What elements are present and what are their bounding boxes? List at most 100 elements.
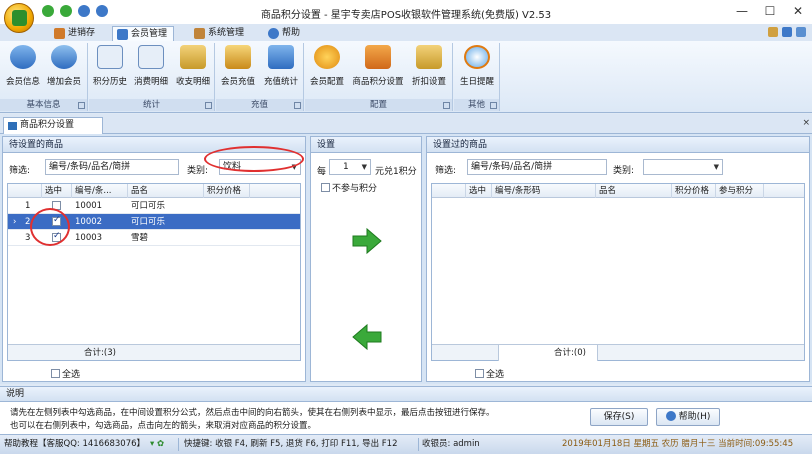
dropdown-arrow-icon[interactable]: ▾ ✿	[150, 435, 164, 454]
app-logo-icon	[12, 10, 27, 26]
no-points-checkbox[interactable]: 不参与积分	[321, 181, 377, 194]
grid-footer: 合计:(0)	[432, 344, 804, 361]
filter-input[interactable]: 编号/条码/品名/简拼	[467, 159, 607, 175]
theme-icon[interactable]	[796, 27, 806, 37]
close-button[interactable]: ✕	[784, 2, 812, 20]
group-launcher-icon[interactable]	[490, 102, 497, 109]
cashier-label: 收银员: admin	[422, 439, 480, 449]
members-icon	[10, 45, 36, 69]
window-icon	[8, 122, 17, 130]
row-checkbox[interactable]	[52, 201, 61, 210]
tools-icon	[194, 28, 205, 39]
tab-help[interactable]: 帮助	[264, 26, 306, 41]
total-count: 合计:(0)	[554, 348, 586, 358]
grid-header: 选中 编号/条形码 品名 积分价格 参与积分	[432, 184, 804, 198]
birthday-reminder-button[interactable]: 生日提醒	[456, 45, 498, 95]
table-row[interactable]: 3 10003 雪碧	[8, 230, 300, 246]
add-member-icon	[51, 45, 77, 69]
info-icon[interactable]	[782, 27, 792, 37]
help-tutorial-link[interactable]: 帮助教程【客服QQ: 1416683076】	[4, 435, 145, 454]
consumption-detail-button[interactable]: 消费明细	[131, 45, 171, 95]
book-icon	[180, 45, 206, 69]
save-button[interactable]: 保存(S)	[590, 408, 648, 426]
content-area: 待设置的商品 筛选: 编号/条码/品名/简拼 类别: 饮料 ▼ 选中 编号/条.…	[0, 134, 812, 384]
maximize-button[interactable]: ☐	[756, 2, 784, 20]
filter-input[interactable]: 编号/条码/品名/简拼	[45, 159, 179, 175]
recharge-icon	[225, 45, 251, 69]
table-row[interactable]: 1 10001 可口可乐	[8, 198, 300, 214]
row-checkbox[interactable]	[52, 215, 61, 226]
points-ratio-select[interactable]: 1 ▼	[329, 159, 371, 175]
move-left-arrow-icon[interactable]	[351, 323, 383, 351]
title-bar: 商品积分设置 - 星宇专卖店POS收银软件管理系统(免费版) V2.53 — ☐…	[0, 0, 812, 24]
checkbox[interactable]	[51, 369, 60, 378]
close-tab-icon[interactable]: ×	[802, 118, 810, 128]
checkbox[interactable]	[321, 183, 330, 192]
minimize-button[interactable]: —	[728, 2, 756, 20]
pane-title: 设置过的商品	[427, 137, 809, 153]
ribbon-group-other: 生日提醒 其他	[454, 43, 500, 111]
ribbon-right-icons	[768, 27, 806, 37]
member-recharge-button[interactable]: 会员充值	[218, 45, 258, 95]
pending-products-grid: 选中 编号/条... 品名 积分价格 1 10001 可口可乐 › 2 1000…	[7, 183, 301, 361]
row-checkbox[interactable]	[52, 231, 61, 242]
alarm-clock-icon	[464, 45, 490, 69]
category-select[interactable]: ▼	[643, 159, 723, 175]
tab-inventory[interactable]: 进销存	[50, 26, 101, 41]
ribbon: 会员信息 增加会员 基本信息 积分历史 消费明细 收支明细 统计 会员充值 充值…	[0, 41, 812, 113]
checkbox[interactable]	[475, 369, 484, 378]
move-right-arrow-icon[interactable]	[351, 227, 383, 255]
group-launcher-icon[interactable]	[294, 102, 301, 109]
tab-system-management[interactable]: 系统管理	[190, 26, 250, 41]
table-row[interactable]: › 2 10002 可口可乐	[8, 214, 300, 230]
pending-products-pane: 待设置的商品 筛选: 编号/条码/品名/简拼 类别: 饮料 ▼ 选中 编号/条.…	[2, 136, 306, 382]
tab-product-points-settings[interactable]: 商品积分设置	[3, 117, 103, 134]
shortcut-keys: 快捷键: 收银 F4, 刷新 F5, 退货 F6, 打印 F11, 导出 F12	[184, 439, 398, 449]
tag-icon	[365, 45, 391, 69]
ribbon-group-recharge: 会员充值 充值统计 充值	[216, 43, 304, 111]
select-all-checkbox[interactable]: 全选	[51, 367, 80, 380]
add-member-button[interactable]: 增加会员	[44, 45, 84, 95]
datetime-label: 2019年01月18日 星期五 农历 腊月十三 当前时间:09:55:45	[562, 439, 794, 449]
table-icon	[138, 45, 164, 69]
category-select[interactable]: 饮料 ▼	[219, 159, 301, 175]
grid-footer: 合计:(3)	[8, 344, 300, 360]
member-info-button[interactable]: 会员信息	[4, 45, 42, 95]
select-all-checkbox[interactable]: 全选	[475, 367, 504, 380]
discount-settings-button[interactable]: 折扣设置	[409, 45, 449, 95]
group-launcher-icon[interactable]	[205, 102, 212, 109]
filter-row: 筛选: 编号/条码/品名/简拼 类别: ▼	[427, 154, 809, 182]
document-tab-bar: 商品积分设置 ×	[0, 114, 812, 134]
income-expense-button[interactable]: 收支明细	[173, 45, 213, 95]
group-launcher-icon[interactable]	[443, 102, 450, 109]
filter-row: 筛选: 编号/条码/品名/简拼 类别: 饮料 ▼	[3, 154, 305, 182]
tab-member-management[interactable]: 会员管理	[112, 26, 175, 41]
help-icon	[665, 410, 676, 421]
members-icon	[117, 29, 128, 40]
chevron-down-icon: ▼	[713, 163, 719, 171]
help-icon	[268, 28, 279, 39]
gear-icon	[314, 45, 340, 69]
stats-icon	[268, 45, 294, 69]
row-pointer-icon: ›	[13, 217, 17, 227]
product-points-settings-button[interactable]: 商品积分设置	[349, 45, 407, 95]
points-history-button[interactable]: 积分历史	[91, 45, 129, 95]
app-menu-button[interactable]	[4, 3, 34, 33]
group-launcher-icon[interactable]	[78, 102, 85, 109]
configured-products-pane: 设置过的商品 筛选: 编号/条码/品名/简拼 类别: ▼ 选中 编号/条形码 品…	[426, 136, 810, 382]
ribbon-tab-bar: 进销存 会员管理 系统管理 帮助	[0, 24, 812, 41]
status-bar: 帮助教程【客服QQ: 1416683076】 ▾ ✿ 快捷键: 收银 F4, 刷…	[0, 434, 812, 454]
description-title: 说明	[0, 386, 812, 402]
pane-title: 待设置的商品	[3, 137, 305, 153]
window-title: 商品积分设置 - 星宇专卖店POS收银软件管理系统(免费版) V2.53	[260, 10, 552, 21]
chevron-down-icon: ▼	[361, 163, 367, 171]
chevron-down-icon: ▼	[291, 163, 297, 171]
discount-icon	[416, 45, 442, 69]
recharge-stats-button[interactable]: 充值统计	[260, 45, 302, 95]
pane-title: 设置	[311, 137, 421, 153]
shop-icon[interactable]	[768, 27, 778, 37]
configured-products-grid: 选中 编号/条形码 品名 积分价格 参与积分 合计:(0)	[431, 183, 805, 361]
member-config-button[interactable]: 会员配置	[307, 45, 347, 95]
help-button[interactable]: 帮助(H)	[656, 408, 720, 426]
list-icon	[97, 45, 123, 69]
